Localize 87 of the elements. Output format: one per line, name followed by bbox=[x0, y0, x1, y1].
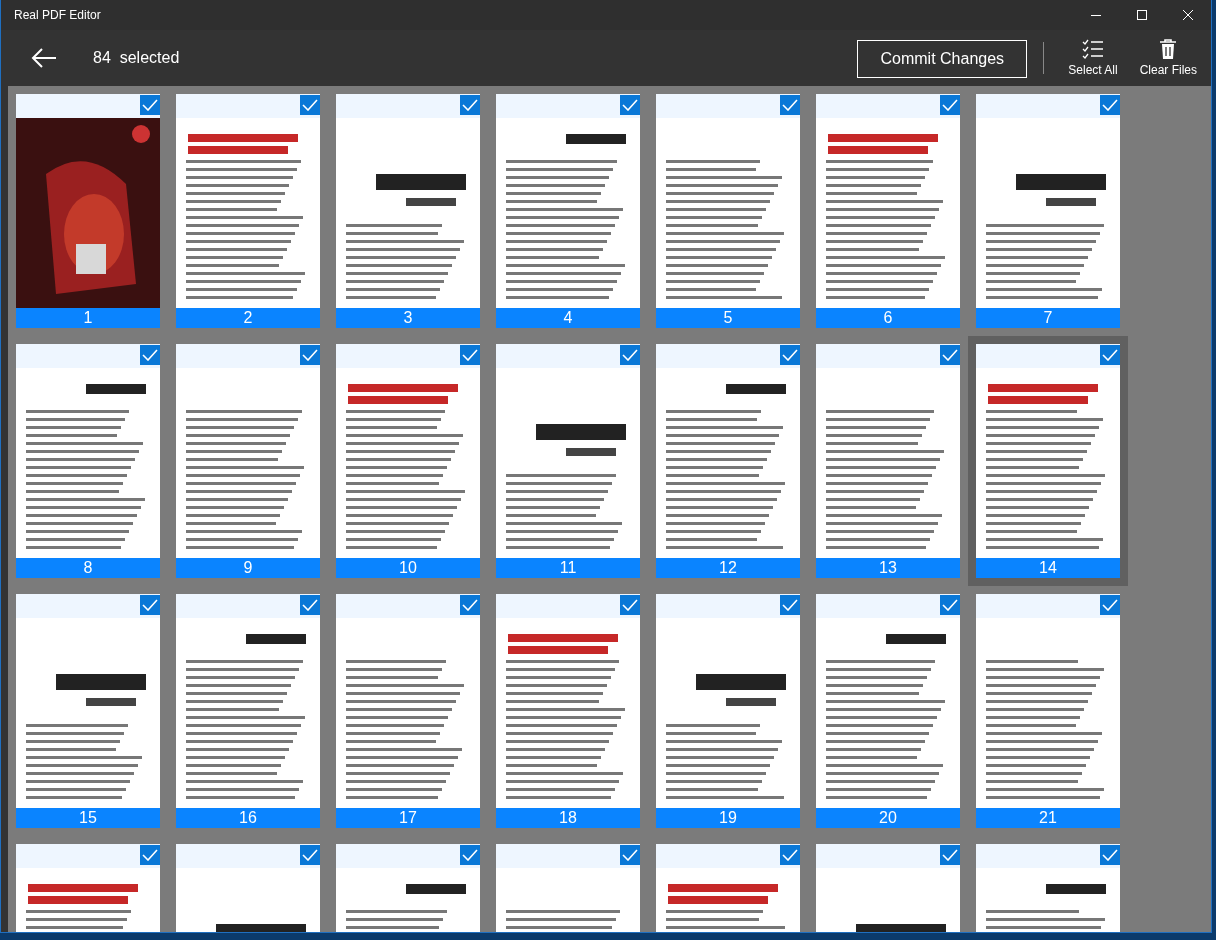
page-number: 8 bbox=[16, 558, 160, 578]
page-checkbox[interactable] bbox=[460, 95, 480, 115]
select-all-button[interactable]: Select All bbox=[1060, 39, 1126, 77]
check-icon bbox=[622, 849, 638, 861]
check-icon bbox=[942, 849, 958, 861]
page-number: 21 bbox=[976, 808, 1120, 828]
page-checkbox[interactable] bbox=[300, 595, 320, 615]
page-checkbox[interactable] bbox=[300, 95, 320, 115]
check-icon bbox=[1102, 599, 1118, 611]
close-icon bbox=[1183, 10, 1193, 20]
page-number: 9 bbox=[176, 558, 320, 578]
check-icon bbox=[302, 599, 318, 611]
check-icon bbox=[782, 99, 798, 111]
page-checkbox[interactable] bbox=[780, 95, 800, 115]
page-number: 14 bbox=[976, 558, 1120, 578]
page-checkbox[interactable] bbox=[940, 595, 960, 615]
page-checkbox[interactable] bbox=[460, 345, 480, 365]
maximize-icon bbox=[1137, 10, 1147, 20]
trash-icon bbox=[1159, 39, 1178, 59]
page-number: 1 bbox=[16, 308, 160, 328]
check-icon bbox=[622, 99, 638, 111]
check-icon bbox=[1102, 349, 1118, 361]
check-icon bbox=[142, 599, 158, 611]
check-icon bbox=[302, 99, 318, 111]
check-icon bbox=[1102, 99, 1118, 111]
checklist-icon bbox=[1081, 39, 1104, 59]
check-icon bbox=[142, 849, 158, 861]
page-checkbox[interactable] bbox=[940, 95, 960, 115]
check-icon bbox=[782, 599, 798, 611]
window-title: Real PDF Editor bbox=[14, 8, 101, 22]
check-icon bbox=[142, 349, 158, 361]
check-icon bbox=[622, 599, 638, 611]
page-checkbox[interactable] bbox=[300, 345, 320, 365]
check-icon bbox=[942, 99, 958, 111]
page-checkbox[interactable] bbox=[620, 845, 640, 865]
page-number: 15 bbox=[16, 808, 160, 828]
page-number: 12 bbox=[656, 558, 800, 578]
page-checkbox[interactable] bbox=[940, 345, 960, 365]
page-checkbox[interactable] bbox=[940, 845, 960, 865]
commit-changes-button[interactable]: Commit Changes bbox=[857, 40, 1028, 78]
page-checkbox[interactable] bbox=[460, 845, 480, 865]
page-checkbox[interactable] bbox=[1100, 845, 1120, 865]
back-arrow-icon bbox=[31, 48, 57, 68]
page-checkbox[interactable] bbox=[300, 845, 320, 865]
page-number: 19 bbox=[656, 808, 800, 828]
page-number: 2 bbox=[176, 308, 320, 328]
page-checkbox[interactable] bbox=[780, 845, 800, 865]
page-number: 20 bbox=[816, 808, 960, 828]
check-icon bbox=[942, 349, 958, 361]
page-number: 3 bbox=[336, 308, 480, 328]
page-checkbox[interactable] bbox=[780, 345, 800, 365]
page-checkbox[interactable] bbox=[140, 95, 160, 115]
page-number: 4 bbox=[496, 308, 640, 328]
page-number: 13 bbox=[816, 558, 960, 578]
page-checkbox[interactable] bbox=[780, 595, 800, 615]
check-icon bbox=[142, 99, 158, 111]
check-icon bbox=[462, 849, 478, 861]
page-number: 16 bbox=[176, 808, 320, 828]
page-number: 10 bbox=[336, 558, 480, 578]
page-checkbox[interactable] bbox=[620, 345, 640, 365]
check-icon bbox=[302, 349, 318, 361]
page-number: 17 bbox=[336, 808, 480, 828]
check-icon bbox=[782, 849, 798, 861]
page-number: 6 bbox=[816, 308, 960, 328]
page-number: 11 bbox=[496, 558, 640, 578]
check-icon bbox=[462, 99, 478, 111]
check-icon bbox=[302, 849, 318, 861]
clear-files-button[interactable]: Clear Files bbox=[1131, 39, 1205, 77]
page-checkbox[interactable] bbox=[620, 95, 640, 115]
page-number: 5 bbox=[656, 308, 800, 328]
check-icon bbox=[942, 599, 958, 611]
page-checkbox[interactable] bbox=[140, 595, 160, 615]
page-checkbox[interactable] bbox=[140, 345, 160, 365]
page-checkbox[interactable] bbox=[140, 845, 160, 865]
check-icon bbox=[462, 349, 478, 361]
page-number: 18 bbox=[496, 808, 640, 828]
page-checkbox[interactable] bbox=[460, 595, 480, 615]
page-number: 7 bbox=[976, 308, 1120, 328]
page-checkbox[interactable] bbox=[620, 595, 640, 615]
check-icon bbox=[462, 599, 478, 611]
page-checkbox[interactable] bbox=[1100, 95, 1120, 115]
selection-count: 84 selected bbox=[93, 49, 180, 67]
check-icon bbox=[782, 349, 798, 361]
page-checkbox[interactable] bbox=[1100, 345, 1120, 365]
check-icon bbox=[622, 349, 638, 361]
check-icon bbox=[1102, 849, 1118, 861]
page-checkbox[interactable] bbox=[1100, 595, 1120, 615]
